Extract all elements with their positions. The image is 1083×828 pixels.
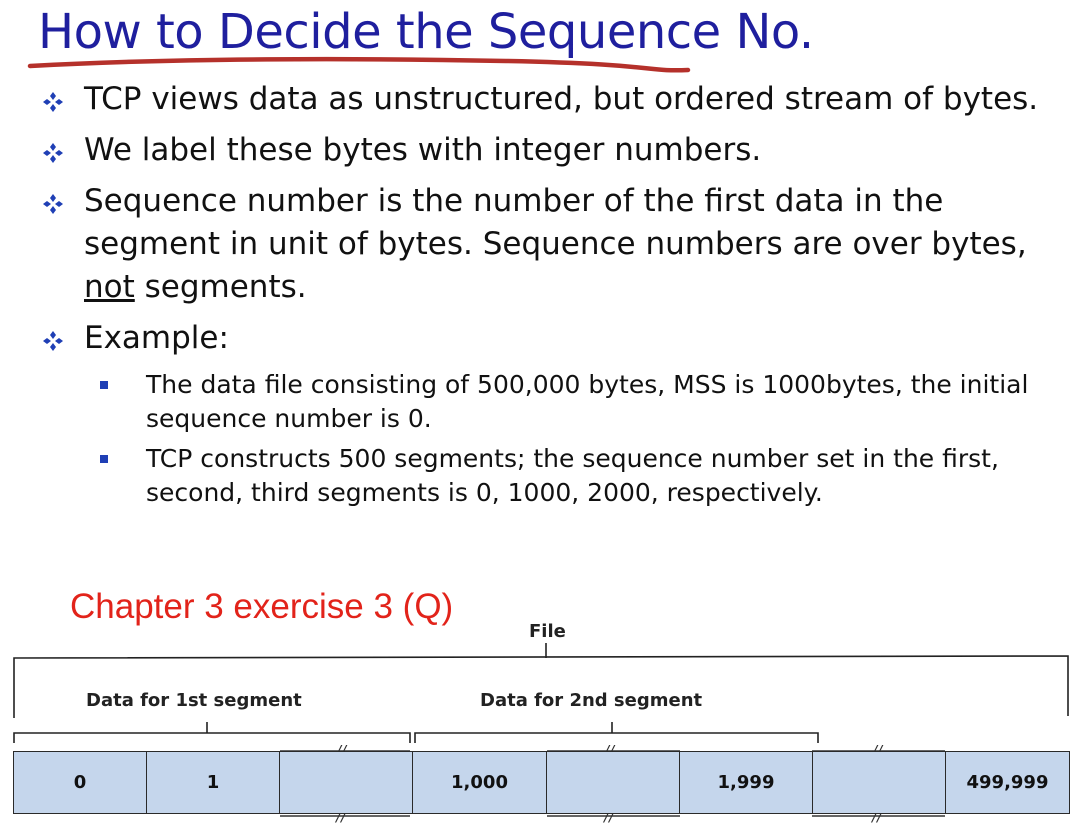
byte-cell-ellipsis: [546, 751, 680, 814]
byte-cell-ellipsis: [812, 751, 946, 814]
byte-cell: 1,999: [679, 751, 813, 814]
segment-1-label: Data for 1st segment: [86, 690, 302, 711]
byte-sequence-row: 0 1 1,000 1,999 499,999: [13, 751, 1070, 816]
byte-cell: 499,999: [945, 751, 1070, 814]
byte-cell: 1,000: [412, 751, 547, 814]
file-label: File: [529, 621, 566, 642]
byte-cell: 1: [146, 751, 280, 814]
byte-cell-ellipsis: [279, 751, 413, 814]
segment-2-label: Data for 2nd segment: [480, 690, 703, 711]
byte-cell: 0: [13, 751, 147, 814]
